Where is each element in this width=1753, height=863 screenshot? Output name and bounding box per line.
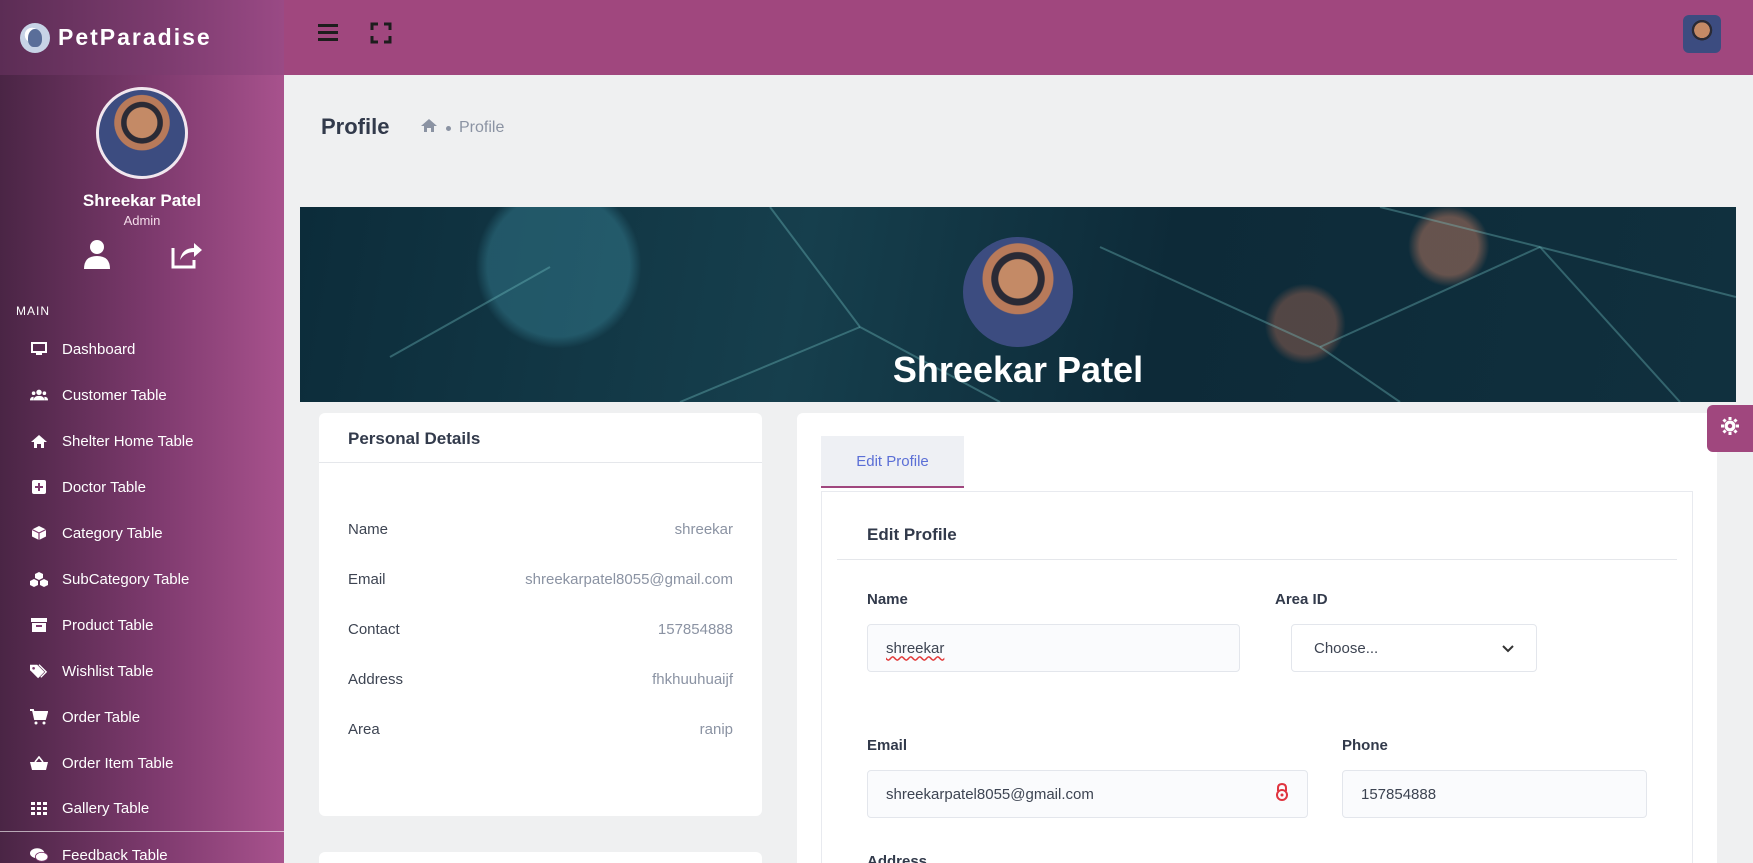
email-label: Email <box>867 737 908 754</box>
secondary-card <box>319 852 762 863</box>
breadcrumb-current: Profile <box>459 119 505 136</box>
sidebar: PetParadise Shreekar Patel Admin MAIN Da… <box>0 0 284 863</box>
cube-icon <box>30 524 48 542</box>
avatar <box>96 87 188 179</box>
sidebar-item-product[interactable]: Product Table <box>0 602 284 648</box>
address-label: Address <box>867 853 928 863</box>
monitor-icon <box>30 340 48 358</box>
area-id-select[interactable]: Choose... <box>1291 624 1537 672</box>
comments-icon <box>30 846 48 863</box>
profile-cover: Shreekar Patel <box>300 207 1736 402</box>
hamburger-menu-icon[interactable] <box>318 22 342 46</box>
sidebar-menu: Dashboard Customer Table Shelter Home Ta… <box>0 326 284 863</box>
personal-details-card: Personal Details Name shreekar Email shree… <box>319 413 762 816</box>
fullscreen-icon[interactable] <box>370 22 394 46</box>
password-manager-lock-icon[interactable] <box>1275 782 1289 805</box>
area-id-label: Area ID <box>1275 591 1328 608</box>
grid-icon <box>30 800 48 818</box>
top-user-avatar[interactable] <box>1683 15 1721 53</box>
topbar <box>284 0 1753 75</box>
users-icon <box>30 386 48 404</box>
sidebar-item-order[interactable]: Order Table <box>0 694 284 740</box>
sidebar-item-feedback[interactable]: Feedback Table <box>0 832 284 863</box>
sidebar-item-doctor[interactable]: Doctor Table <box>0 464 284 510</box>
settings-toggle[interactable] <box>1707 405 1753 452</box>
menu-section-title: MAIN <box>16 304 50 318</box>
gear-icon <box>1721 417 1739 440</box>
home-icon <box>30 432 48 450</box>
sidebar-item-subcategory[interactable]: SubCategory Table <box>0 556 284 602</box>
detail-row-email: Email shreekarpatel8055@gmail.com <box>348 571 733 588</box>
name-label: Name <box>867 591 908 608</box>
title-divider <box>837 559 1677 560</box>
detail-row-name: Name shreekar <box>348 521 733 538</box>
brand-name: PetParadise <box>58 24 212 50</box>
detail-row-area: Area ranip <box>348 721 733 738</box>
user-block: Shreekar Patel Admin <box>0 75 284 274</box>
cubes-icon <box>30 570 48 588</box>
basket-icon <box>30 754 48 772</box>
page-title: Profile <box>321 114 390 139</box>
cart-icon <box>30 708 48 726</box>
phone-label: Phone <box>1342 737 1388 754</box>
user-name: Shreekar Patel <box>82 191 202 210</box>
edit-profile-title: Edit Profile <box>867 525 957 544</box>
sidebar-item-wishlist[interactable]: Wishlist Table <box>0 648 284 694</box>
chevron-down-icon <box>1502 640 1514 657</box>
detail-row-contact: Contact 157854888 <box>348 621 733 638</box>
user-profile-icon[interactable] <box>79 238 115 274</box>
tab-edit-profile[interactable]: Edit Profile <box>821 436 964 488</box>
phone-field[interactable]: 157854888 <box>1342 770 1647 818</box>
sidebar-item-order-item[interactable]: Order Item Table <box>0 740 284 786</box>
sidebar-item-gallery[interactable]: Gallery Table <box>0 786 284 832</box>
user-role: Admin <box>123 213 161 228</box>
email-field[interactable]: shreekarpatel8055@gmail.com <box>867 770 1308 818</box>
breadcrumb: Profile <box>420 118 504 138</box>
sidebar-item-customer[interactable]: Customer Table <box>0 372 284 418</box>
cover-avatar <box>963 237 1073 347</box>
personal-details-title: Personal Details <box>319 413 762 463</box>
sidebar-item-dashboard[interactable]: Dashboard <box>0 326 284 372</box>
detail-row-address: Address fhkhuuhuaijf <box>348 671 733 688</box>
plus-square-icon <box>30 478 48 496</box>
home-icon[interactable] <box>420 118 438 138</box>
breadcrumb-separator <box>446 125 451 131</box>
tags-icon <box>30 662 48 680</box>
brand[interactable]: PetParadise <box>0 0 284 75</box>
archive-icon <box>30 616 48 634</box>
globe-logo-icon <box>20 22 50 53</box>
sidebar-item-shelter-home[interactable]: Shelter Home Table <box>0 418 284 464</box>
logout-share-icon[interactable] <box>169 238 205 274</box>
sidebar-item-category[interactable]: Category Table <box>0 510 284 556</box>
cover-user-name: Shreekar Patel <box>892 349 1144 390</box>
name-field[interactable]: shreekar <box>867 624 1240 672</box>
